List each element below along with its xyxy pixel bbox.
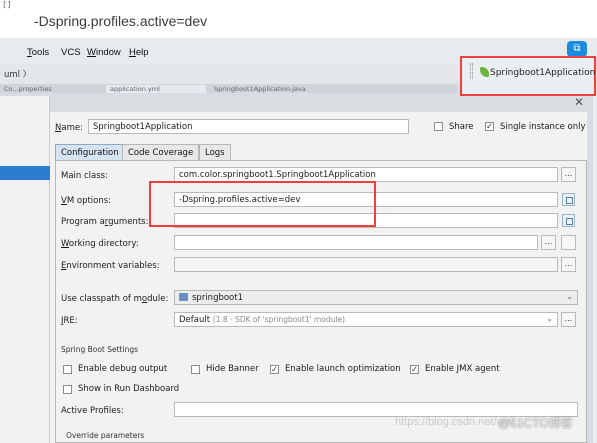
editor-tab[interactable]: Co...properties (0, 85, 104, 93)
share-checkbox[interactable] (434, 122, 443, 131)
environment-variables-field[interactable] (174, 257, 558, 272)
browse-working-directory-button[interactable]: ... (541, 235, 556, 250)
hide-banner-label: Hide Banner (206, 364, 259, 374)
jre-detail: (1.8 - SDK of 'springboot1' module) (212, 315, 346, 324)
chevron-down-icon: ⌄ (566, 292, 573, 301)
single-instance-checkbox[interactable]: ✓ (485, 122, 494, 131)
menu-tools[interactable]: Tools (27, 47, 49, 58)
corner-mark: [] (2, 0, 12, 9)
tab-code-coverage[interactable]: Code Coverage (122, 144, 200, 160)
run-configuration-selector[interactable]: Springboot1Application (460, 56, 596, 96)
close-icon[interactable]: ✕ (574, 95, 584, 109)
enable-debug-output-checkbox[interactable] (63, 365, 72, 374)
spring-boot-icon (480, 67, 489, 77)
module-icon (179, 293, 188, 301)
working-directory-field[interactable] (174, 235, 538, 250)
menu-help[interactable]: Help (129, 47, 149, 58)
hide-banner-checkbox[interactable] (191, 365, 200, 374)
name-label: Name: (55, 123, 83, 133)
selected-configuration-item[interactable] (0, 166, 50, 180)
browse-main-class-button[interactable]: ... (561, 167, 576, 182)
jre-label: JRE: (61, 316, 78, 326)
show-in-run-dashboard-label: Show in Run Dashboard (78, 384, 180, 394)
browse-jre-button[interactable]: ... (561, 312, 576, 327)
enable-jmx-agent-label: Enable JMX agent (425, 364, 500, 374)
spring-boot-settings-heading: Spring Boot Settings (61, 345, 138, 354)
chevron-down-icon: ⌄ (546, 314, 553, 323)
edit-environment-variables-button[interactable]: ... (561, 257, 576, 272)
enable-debug-output-label: Enable debug output (78, 364, 168, 374)
jre-dropdown[interactable]: Default (1.8 - SDK of 'springboot1' modu… (174, 312, 558, 327)
expand-program-arguments-icon[interactable] (562, 214, 575, 227)
show-in-run-dashboard-checkbox[interactable] (63, 385, 72, 394)
program-arguments-label: Program arguments: (61, 217, 149, 227)
enable-launch-optimization-label: Enable launch optimization (285, 364, 401, 374)
classpath-module-label: Use classpath of module: (61, 294, 169, 304)
tab-logs[interactable]: Logs (199, 144, 231, 160)
expand-vm-options-icon[interactable] (562, 193, 575, 206)
caption-text: -Dspring.profiles.active=dev (0, 0, 597, 38)
environment-variables-label: Environment variables: (61, 261, 160, 271)
editor-tab-strip: Co...properties application.yml Springbo… (0, 84, 457, 93)
toolbar-separator (470, 63, 473, 79)
classpath-module-value: springboot1 (192, 293, 243, 303)
share-label: Share (449, 122, 474, 132)
enable-jmx-agent-checkbox[interactable]: ✓ (410, 365, 419, 374)
enable-launch-optimization-checkbox[interactable]: ✓ (270, 365, 279, 374)
configurations-tree-panel (0, 96, 50, 443)
app-logo-icon: ⧉ (567, 41, 587, 57)
insert-macro-icon[interactable] (561, 235, 576, 250)
menu-window[interactable]: Window (87, 47, 121, 58)
watermark-text: https://blog.csdn.net/wei (395, 416, 514, 428)
working-directory-label: Working directory: (61, 239, 139, 249)
main-class-field[interactable]: com.color.springboot1.Springboot1Applica… (174, 167, 558, 182)
run-configuration-label: Springboot1Application (490, 68, 596, 78)
editor-tab[interactable]: Springboot1Application.java (210, 85, 360, 93)
breadcrumb-item[interactable]: uml 〉 (4, 68, 31, 80)
vm-options-label: VM options: (61, 196, 112, 206)
jre-value: Default (179, 315, 211, 325)
active-profiles-label: Active Profiles: (61, 406, 124, 416)
name-field[interactable]: Springboot1Application (88, 119, 409, 134)
editor-tab[interactable]: application.yml (106, 85, 206, 93)
main-class-label: Main class: (61, 171, 108, 181)
highlight-box (149, 181, 376, 227)
watermark-logo: @51CTO博客 (498, 416, 573, 430)
single-instance-label: Single instance only (500, 122, 586, 132)
override-parameters-heading: Override parameters (66, 431, 145, 440)
tab-configuration[interactable]: Configuration (55, 144, 125, 160)
menu-vcs[interactable]: VCS (61, 47, 81, 58)
classpath-module-dropdown[interactable]: springboot1 ⌄ (174, 290, 578, 305)
